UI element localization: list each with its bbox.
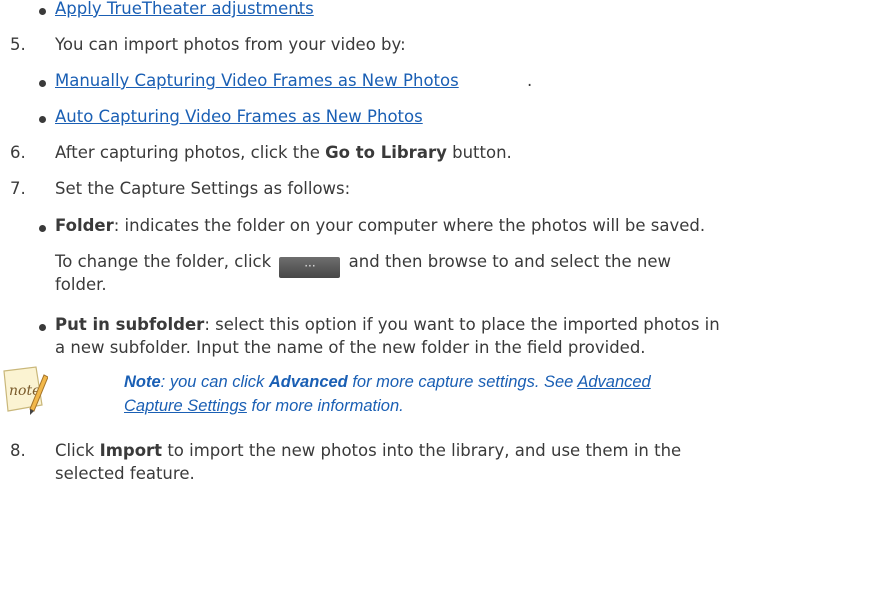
subfolder-description-line2: a new subfolder. Input the name of the n…: [55, 338, 646, 357]
step-text: You can import photos from your video by…: [55, 35, 406, 54]
folder-description: Folder: indicates the folder on your com…: [55, 216, 706, 235]
link-advanced-capture-settings-2[interactable]: Capture Settings: [124, 397, 247, 415]
link-advanced-capture-settings[interactable]: Advanced: [577, 373, 650, 391]
step-text-line2: selected feature.: [55, 464, 195, 483]
link-manual-capture[interactable]: Manually Capturing Video Frames as New P…: [55, 71, 459, 90]
note-pencil-icon: note: [0, 365, 49, 417]
bullet: [39, 225, 46, 232]
step-text: After capturing photos, click the Go to …: [55, 143, 512, 162]
step-text: Set the Capture Settings as follows:: [55, 179, 351, 198]
link-apply-truetheater[interactable]: Apply TrueTheater adjustments: [55, 0, 314, 18]
browse-button[interactable]: ···: [279, 257, 341, 278]
step-number: 7.: [10, 179, 26, 198]
link-auto-capture[interactable]: Auto Capturing Video Frames as New Photo…: [55, 107, 423, 126]
subfolder-description: Put in subfolder: select this option if …: [55, 315, 720, 334]
folder-change-tail: folder.: [55, 275, 107, 294]
bullet: [39, 116, 46, 123]
bullet: [39, 324, 46, 331]
step-number: 6.: [10, 143, 26, 162]
bullet: [39, 80, 46, 87]
step-number: 5.: [10, 35, 26, 54]
step-number: 8.: [10, 441, 26, 460]
folder-change-text: To change the folder, click ··· and then…: [55, 252, 671, 278]
step-text: Click Import to import the new photos in…: [55, 441, 682, 460]
go-to-library-label: Go to Library: [325, 143, 447, 162]
bullet: [39, 8, 46, 15]
note-text: Note: you can click Advanced for more ca…: [124, 373, 651, 415]
